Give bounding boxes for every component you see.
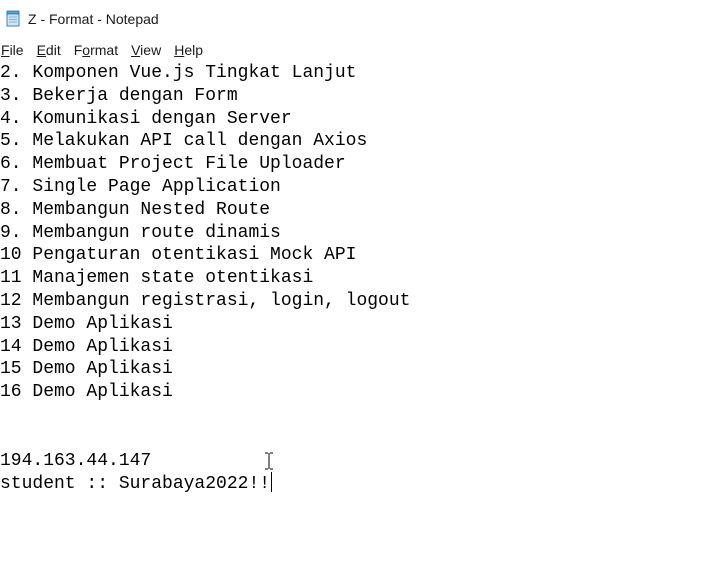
menu-help[interactable]: Help: [174, 39, 209, 61]
text-line: 9. Membangun route dinamis: [0, 222, 281, 243]
menu-format-label-start: F: [73, 42, 83, 58]
window-title: Z - Format - Notepad: [28, 11, 159, 27]
notepad-icon: [6, 10, 20, 27]
menu-help-mnemonic: H: [174, 42, 185, 58]
text-line: 15 Demo Aplikasi: [0, 359, 173, 380]
text-line: 10 Pengaturan otentikasi Mock API: [0, 245, 357, 266]
menu-edit[interactable]: Edit: [37, 39, 67, 61]
text-line: 12 Membangun registrasi, login, logout: [0, 291, 411, 311]
title-bar[interactable]: Z - Format - Notepad: [0, 0, 701, 38]
text-line: 16 Demo Aplikasi: [0, 382, 173, 403]
text-line: 3. Bekerja dengan Form: [0, 85, 238, 106]
text-line: 194.163.44.147: [0, 450, 152, 471]
menu-help-label-rest: elp: [184, 42, 203, 58]
menu-format-label-rest: rmat: [90, 42, 119, 58]
text-line: 6. Membuat Project File Uploader: [0, 154, 346, 175]
menu-view[interactable]: View: [131, 39, 167, 61]
text-line: 4. Komunikasi dengan Server: [0, 108, 292, 129]
text-line: 2. Komponen Vue.js Tingkat Lanjut: [0, 63, 357, 83]
menu-edit-label-rest: dit: [45, 42, 61, 58]
text-line: 13 Demo Aplikasi: [0, 313, 173, 334]
menu-edit-mnemonic: E: [36, 42, 46, 58]
text-editor-area[interactable]: 2. Komponen Vue.js Tingkat Lanjut 3. Bek…: [0, 62, 701, 576]
menu-bar: File Edit Format View Help: [0, 38, 701, 62]
text-line: 5. Melakukan API call dengan Axios: [0, 131, 368, 152]
text-line-with-caret: student :: Surabaya2022!!: [0, 472, 273, 495]
menu-view-mnemonic: V: [131, 42, 141, 58]
menu-file-mnemonic: F: [1, 42, 10, 58]
text-line: 11 Manajemen state otentikasi: [0, 268, 314, 289]
text-line-content: student :: Surabaya2022!!: [0, 474, 271, 495]
menu-view-label-rest: iew: [140, 42, 162, 58]
menu-format[interactable]: Format: [74, 39, 124, 61]
text-line: 7. Single Page Application: [0, 177, 281, 197]
menu-format-mnemonic: o: [82, 42, 91, 58]
notepad-window: Z - Format - Notepad File Edit Format Vi…: [0, 0, 701, 576]
menu-file-label-rest: ile: [9, 42, 24, 58]
text-line: 14 Demo Aplikasi: [0, 336, 173, 357]
text-caret: [271, 472, 273, 493]
text-line: 8. Membangun Nested Route: [0, 199, 271, 220]
menu-file[interactable]: File: [1, 39, 30, 61]
text-ibeam-cursor-icon: [265, 452, 273, 470]
